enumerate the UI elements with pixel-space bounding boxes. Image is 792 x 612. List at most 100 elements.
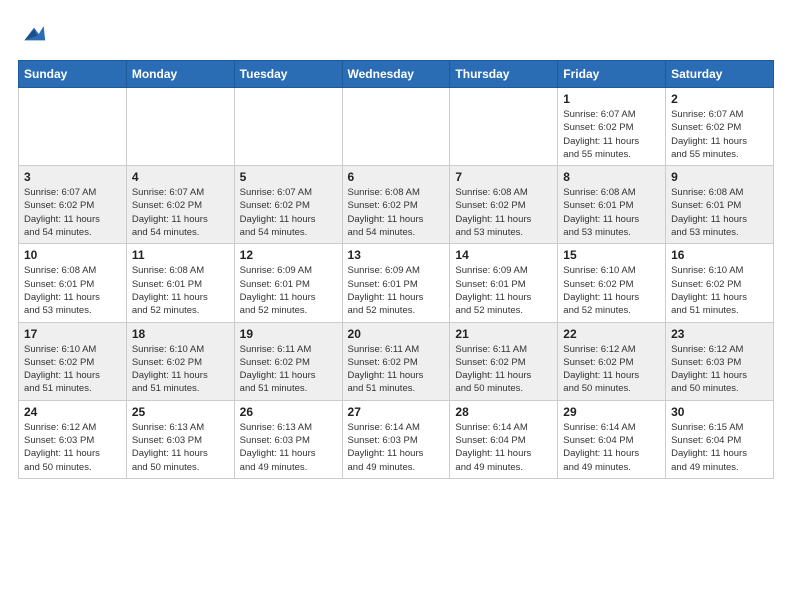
day-info: Sunrise: 6:11 AM Sunset: 6:02 PM Dayligh… <box>240 343 337 396</box>
day-number: 1 <box>563 92 660 106</box>
day-info: Sunrise: 6:12 AM Sunset: 6:03 PM Dayligh… <box>671 343 768 396</box>
day-number: 20 <box>348 327 445 341</box>
day-number: 26 <box>240 405 337 419</box>
calendar-cell: 6 Sunrise: 6:08 AM Sunset: 6:02 PM Daylig… <box>342 166 450 244</box>
day-number: 17 <box>24 327 121 341</box>
page: SundayMondayTuesdayWednesdayThursdayFrid… <box>0 0 792 489</box>
weekday-header-sunday: Sunday <box>19 61 127 88</box>
day-info: Sunrise: 6:09 AM Sunset: 6:01 PM Dayligh… <box>348 264 445 317</box>
calendar-cell: 10 Sunrise: 6:08 AM Sunset: 6:01 PM Dayli… <box>19 244 127 322</box>
day-number: 19 <box>240 327 337 341</box>
day-number: 28 <box>455 405 552 419</box>
weekday-header-saturday: Saturday <box>666 61 774 88</box>
calendar-cell: 29 Sunrise: 6:14 AM Sunset: 6:04 PM Dayli… <box>558 400 666 478</box>
calendar-cell: 25Sunrise: 6:13 AM Sunset: 6:03 PM Dayli… <box>126 400 234 478</box>
weekday-header-thursday: Thursday <box>450 61 558 88</box>
day-info: Sunrise: 6:08 AM Sunset: 6:01 PM Dayligh… <box>24 264 121 317</box>
calendar-cell: 26 Sunrise: 6:13 AM Sunset: 6:03 PM Dayli… <box>234 400 342 478</box>
day-number: 6 <box>348 170 445 184</box>
calendar-cell: 15Sunrise: 6:10 AM Sunset: 6:02 PM Dayli… <box>558 244 666 322</box>
day-info: Sunrise: 6:14 AM Sunset: 6:04 PM Dayligh… <box>563 421 660 474</box>
day-info: Sunrise: 6:08 AM Sunset: 6:02 PM Dayligh… <box>455 186 552 239</box>
calendar-cell: 12 Sunrise: 6:09 AM Sunset: 6:01 PM Dayli… <box>234 244 342 322</box>
calendar-cell: 21 Sunrise: 6:11 AM Sunset: 6:02 PM Dayli… <box>450 322 558 400</box>
calendar-cell <box>342 88 450 166</box>
day-number: 3 <box>24 170 121 184</box>
day-number: 4 <box>132 170 229 184</box>
calendar-cell: 23 Sunrise: 6:12 AM Sunset: 6:03 PM Dayli… <box>666 322 774 400</box>
weekday-header-monday: Monday <box>126 61 234 88</box>
day-info: Sunrise: 6:07 AM Sunset: 6:02 PM Dayligh… <box>563 108 660 161</box>
week-row-3: 10 Sunrise: 6:08 AM Sunset: 6:01 PM Dayli… <box>19 244 774 322</box>
calendar-cell: 16 Sunrise: 6:10 AM Sunset: 6:02 PM Dayli… <box>666 244 774 322</box>
day-number: 9 <box>671 170 768 184</box>
calendar-cell: 9 Sunrise: 6:08 AM Sunset: 6:01 PM Daylig… <box>666 166 774 244</box>
calendar-cell <box>234 88 342 166</box>
calendar-cell: 1 Sunrise: 6:07 AM Sunset: 6:02 PM Daylig… <box>558 88 666 166</box>
calendar-cell: 17 Sunrise: 6:10 AM Sunset: 6:02 PM Dayli… <box>19 322 127 400</box>
calendar-cell <box>126 88 234 166</box>
day-number: 7 <box>455 170 552 184</box>
day-info: Sunrise: 6:13 AM Sunset: 6:03 PM Dayligh… <box>240 421 337 474</box>
day-number: 5 <box>240 170 337 184</box>
calendar-cell: 11 Sunrise: 6:08 AM Sunset: 6:01 PM Dayli… <box>126 244 234 322</box>
calendar-cell: 13Sunrise: 6:09 AM Sunset: 6:01 PM Dayli… <box>342 244 450 322</box>
logo-icon <box>18 18 50 50</box>
day-number: 16 <box>671 248 768 262</box>
day-number: 24 <box>24 405 121 419</box>
day-info: Sunrise: 6:13 AM Sunset: 6:03 PM Dayligh… <box>132 421 229 474</box>
day-info: Sunrise: 6:08 AM Sunset: 6:02 PM Dayligh… <box>348 186 445 239</box>
day-number: 30 <box>671 405 768 419</box>
day-info: Sunrise: 6:08 AM Sunset: 6:01 PM Dayligh… <box>563 186 660 239</box>
day-info: Sunrise: 6:08 AM Sunset: 6:01 PM Dayligh… <box>132 264 229 317</box>
day-info: Sunrise: 6:11 AM Sunset: 6:02 PM Dayligh… <box>455 343 552 396</box>
day-number: 10 <box>24 248 121 262</box>
day-info: Sunrise: 6:07 AM Sunset: 6:02 PM Dayligh… <box>24 186 121 239</box>
day-info: Sunrise: 6:07 AM Sunset: 6:02 PM Dayligh… <box>240 186 337 239</box>
calendar-cell: 3 Sunrise: 6:07 AM Sunset: 6:02 PM Daylig… <box>19 166 127 244</box>
day-info: Sunrise: 6:09 AM Sunset: 6:01 PM Dayligh… <box>455 264 552 317</box>
day-info: Sunrise: 6:10 AM Sunset: 6:02 PM Dayligh… <box>671 264 768 317</box>
calendar-cell: 24 Sunrise: 6:12 AM Sunset: 6:03 PM Dayli… <box>19 400 127 478</box>
day-number: 11 <box>132 248 229 262</box>
day-info: Sunrise: 6:10 AM Sunset: 6:02 PM Dayligh… <box>563 264 660 317</box>
weekday-header-tuesday: Tuesday <box>234 61 342 88</box>
day-number: 21 <box>455 327 552 341</box>
day-info: Sunrise: 6:11 AM Sunset: 6:02 PM Dayligh… <box>348 343 445 396</box>
day-info: Sunrise: 6:09 AM Sunset: 6:01 PM Dayligh… <box>240 264 337 317</box>
week-row-4: 17 Sunrise: 6:10 AM Sunset: 6:02 PM Dayli… <box>19 322 774 400</box>
calendar-cell: 4Sunrise: 6:07 AM Sunset: 6:02 PM Daylig… <box>126 166 234 244</box>
day-info: Sunrise: 6:10 AM Sunset: 6:02 PM Dayligh… <box>132 343 229 396</box>
day-info: Sunrise: 6:10 AM Sunset: 6:02 PM Dayligh… <box>24 343 121 396</box>
weekday-header-wednesday: Wednesday <box>342 61 450 88</box>
day-info: Sunrise: 6:07 AM Sunset: 6:02 PM Dayligh… <box>671 108 768 161</box>
calendar-cell: 14 Sunrise: 6:09 AM Sunset: 6:01 PM Dayli… <box>450 244 558 322</box>
calendar-cell: 19 Sunrise: 6:11 AM Sunset: 6:02 PM Dayli… <box>234 322 342 400</box>
day-info: Sunrise: 6:15 AM Sunset: 6:04 PM Dayligh… <box>671 421 768 474</box>
calendar-cell: 20 Sunrise: 6:11 AM Sunset: 6:02 PM Dayli… <box>342 322 450 400</box>
day-number: 23 <box>671 327 768 341</box>
day-number: 2 <box>671 92 768 106</box>
day-info: Sunrise: 6:08 AM Sunset: 6:01 PM Dayligh… <box>671 186 768 239</box>
week-row-5: 24 Sunrise: 6:12 AM Sunset: 6:03 PM Dayli… <box>19 400 774 478</box>
calendar-cell: 5 Sunrise: 6:07 AM Sunset: 6:02 PM Daylig… <box>234 166 342 244</box>
day-number: 27 <box>348 405 445 419</box>
day-number: 29 <box>563 405 660 419</box>
day-number: 14 <box>455 248 552 262</box>
calendar-cell: 8 Sunrise: 6:08 AM Sunset: 6:01 PM Daylig… <box>558 166 666 244</box>
logo <box>18 18 54 50</box>
calendar-cell: 22Sunrise: 6:12 AM Sunset: 6:02 PM Dayli… <box>558 322 666 400</box>
calendar-cell <box>450 88 558 166</box>
calendar-cell: 2 Sunrise: 6:07 AM Sunset: 6:02 PM Daylig… <box>666 88 774 166</box>
day-info: Sunrise: 6:14 AM Sunset: 6:04 PM Dayligh… <box>455 421 552 474</box>
calendar-cell <box>19 88 127 166</box>
day-number: 12 <box>240 248 337 262</box>
day-info: Sunrise: 6:14 AM Sunset: 6:03 PM Dayligh… <box>348 421 445 474</box>
calendar-cell: 28 Sunrise: 6:14 AM Sunset: 6:04 PM Dayli… <box>450 400 558 478</box>
day-info: Sunrise: 6:12 AM Sunset: 6:03 PM Dayligh… <box>24 421 121 474</box>
weekday-header-row: SundayMondayTuesdayWednesdayThursdayFrid… <box>19 61 774 88</box>
header <box>18 18 774 50</box>
calendar-cell: 27 Sunrise: 6:14 AM Sunset: 6:03 PM Dayli… <box>342 400 450 478</box>
week-row-1: 1 Sunrise: 6:07 AM Sunset: 6:02 PM Daylig… <box>19 88 774 166</box>
day-number: 8 <box>563 170 660 184</box>
